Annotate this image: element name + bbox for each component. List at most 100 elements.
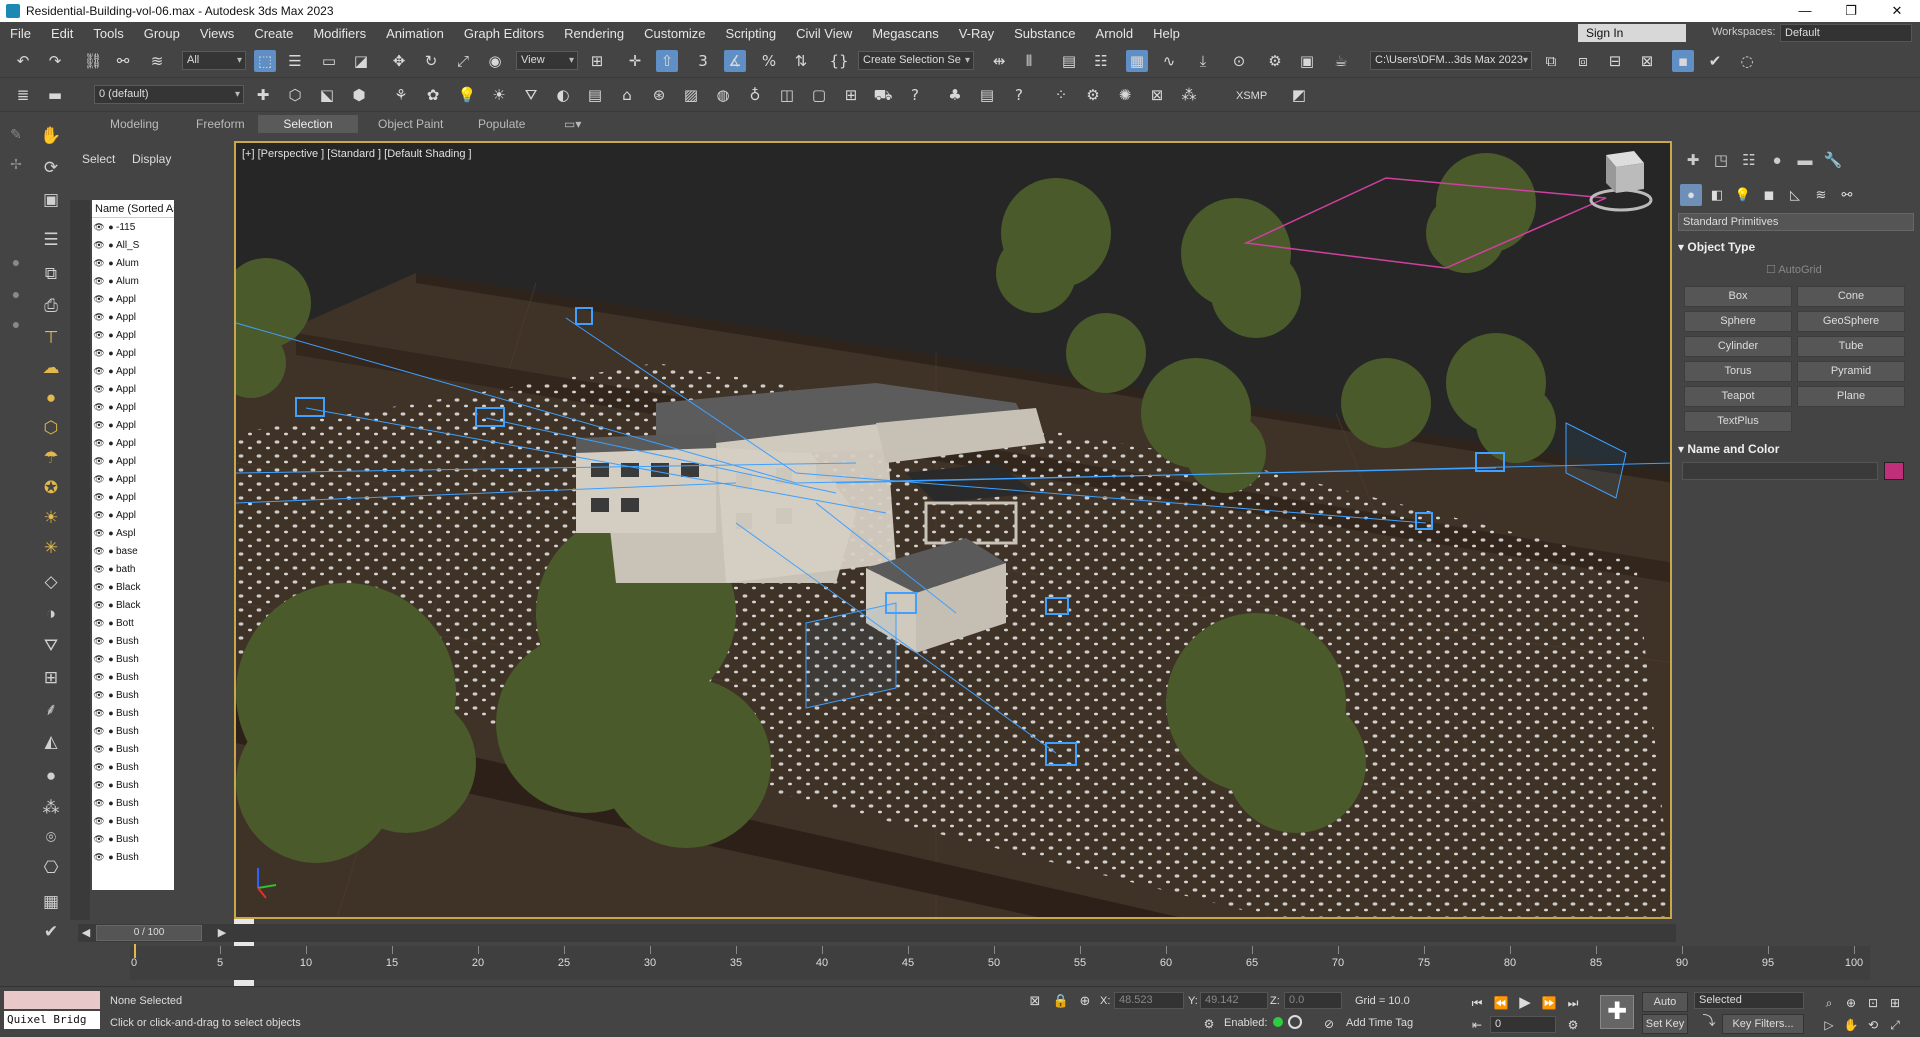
name-and-color-rollout[interactable]: ▾ Name and Color [1678, 442, 1914, 456]
tab-populate[interactable]: Populate [464, 115, 539, 133]
explorer-row[interactable]: 👁 ● Bush [92, 704, 174, 722]
visibility-eye-icon[interactable]: 👁 [92, 438, 106, 449]
vray-help-icon[interactable]: ? [904, 84, 926, 106]
fire-icon[interactable]: ✪ [36, 476, 66, 500]
explorer-row[interactable]: 👁 ● Appl [92, 308, 174, 326]
pivot-center-icon[interactable]: ⊞ [586, 50, 608, 72]
save-icon[interactable]: ▪ [1672, 50, 1694, 72]
current-frame-field[interactable]: 0 [1490, 1016, 1556, 1033]
freeze-dot-icon[interactable]: ● [106, 600, 116, 610]
ticket-icon[interactable] [1288, 1015, 1302, 1029]
menu-customize[interactable]: Customize [634, 26, 715, 41]
menu-create[interactable]: Create [244, 26, 303, 41]
named-selection-dropdown[interactable]: Create Selection Se [858, 51, 974, 70]
cone-button[interactable]: Cone [1797, 286, 1905, 307]
angle-snap-icon[interactable]: ∡ [724, 50, 746, 72]
pyramid-button[interactable]: Pyramid [1797, 361, 1905, 382]
tripod-icon[interactable]: ⛛ [36, 634, 66, 658]
go-to-start-icon[interactable]: ⏮ [1468, 994, 1486, 1012]
explorer-row[interactable]: 👁 ● Appl [92, 380, 174, 398]
align-icon[interactable]: ⫴ [1018, 50, 1040, 72]
cube-icon[interactable]: ◇ [36, 570, 66, 594]
xref-icon[interactable]: ⊠ [1636, 50, 1658, 72]
freeze-dot-icon[interactable]: ● [106, 816, 116, 826]
percent-snap-icon[interactable]: % [758, 50, 780, 72]
select-by-name-icon[interactable]: ☰ [284, 50, 306, 72]
dot-icon-1[interactable]: ● [6, 252, 26, 272]
explorer-row[interactable]: 👁 ● Bush [92, 812, 174, 830]
menu-modifiers[interactable]: Modifiers [303, 26, 376, 41]
vray-plane-icon[interactable]: ▨ [680, 84, 702, 106]
set-key-button[interactable]: Set Key [1642, 1014, 1688, 1034]
render-production-icon[interactable]: ☕ [1330, 50, 1352, 72]
vray-box-icon[interactable]: ◫ [776, 84, 798, 106]
explorer-row[interactable]: 👁 ● All_S [92, 236, 174, 254]
freeze-dot-icon[interactable]: ● [106, 708, 116, 718]
schematic-view-icon[interactable]: ⤓ [1192, 50, 1214, 72]
visibility-eye-icon[interactable]: 👁 [92, 852, 106, 863]
select-layer-objects-icon[interactable]: ⬕ [316, 84, 338, 106]
menu-graph-editors[interactable]: Graph Editors [454, 26, 554, 41]
explorer-row[interactable]: 👁 ● Black [92, 578, 174, 596]
menu-substance[interactable]: Substance [1004, 26, 1085, 41]
explorer-row[interactable]: 👁 ● base [92, 542, 174, 560]
scatter-settings-icon[interactable]: ⊠ [1146, 84, 1168, 106]
primitive-category-dropdown[interactable]: Standard Primitives [1678, 213, 1914, 231]
object-type-rollout[interactable]: ▾ Object Type [1678, 240, 1914, 254]
play-icon[interactable]: ▶ [1516, 994, 1534, 1012]
visibility-eye-icon[interactable]: 👁 [92, 330, 106, 341]
paint-brush-icon[interactable]: ✎ [6, 124, 26, 144]
explorer-object-list[interactable]: Name (Sorted Asce 👁●-115👁●All_S👁●Alum👁●A… [92, 200, 174, 890]
explorer-row[interactable]: 👁 ● Appl [92, 488, 174, 506]
visibility-eye-icon[interactable]: 👁 [92, 420, 106, 431]
railclone-style-icon[interactable]: ⚙ [1082, 84, 1104, 106]
explorer-row[interactable]: 👁 ● Bush [92, 758, 174, 776]
menu-rendering[interactable]: Rendering [554, 26, 634, 41]
explorer-row[interactable]: 👁 ● Black [92, 596, 174, 614]
explorer-row[interactable]: 👁 ● Appl [92, 416, 174, 434]
window-crossing-icon[interactable]: ◪ [350, 50, 372, 72]
explorer-row[interactable]: 👁 ● Bush [92, 668, 174, 686]
utilities-tab-icon[interactable]: 🔧 [1820, 150, 1846, 172]
vray-frame-buffer-icon[interactable]: ▤ [584, 84, 606, 106]
freeze-dot-icon[interactable]: ● [106, 546, 116, 556]
star-icon[interactable]: ✳ [36, 536, 66, 560]
freeze-dot-icon[interactable]: ● [106, 438, 116, 448]
placement-icon[interactable]: ◉ [484, 50, 506, 72]
visibility-eye-icon[interactable]: 👁 [92, 672, 106, 683]
camera-icon[interactable]: ⎙ [36, 294, 66, 318]
layer-visibility-icon[interactable]: ▬ [44, 84, 66, 106]
add-to-layer-icon[interactable]: ⬡ [284, 84, 306, 106]
scatter-icon[interactable]: ✺ [1114, 84, 1136, 106]
explorer-tab-display[interactable]: Display [132, 152, 171, 166]
visibility-eye-icon[interactable]: 👁 [92, 564, 106, 575]
explorer-row[interactable]: 👁 ● Bott [92, 614, 174, 632]
menu-arnold[interactable]: Arnold [1086, 26, 1144, 41]
lights-icon[interactable]: 💡 [1732, 184, 1754, 206]
key-tangent-icon[interactable]: ⤵ [1698, 1011, 1720, 1033]
vray-sphere-icon[interactable]: ◐ [552, 84, 574, 106]
bucket-icon[interactable]: ◩ [1288, 84, 1310, 106]
set-current-layer-icon[interactable]: ⬢ [348, 84, 370, 106]
visibility-eye-icon[interactable]: 👁 [92, 510, 106, 521]
create-layer-icon[interactable]: ✚ [252, 84, 274, 106]
ribbon-options-icon[interactable]: ▭▾ [550, 115, 595, 133]
freeze-dot-icon[interactable]: ● [106, 222, 116, 232]
tab-modeling[interactable]: Modeling [96, 115, 173, 133]
vray-grid-icon[interactable]: ⊞ [840, 84, 862, 106]
visibility-eye-icon[interactable]: 👁 [92, 546, 106, 557]
zoom-icon[interactable]: ⌕ [1820, 994, 1838, 1012]
explorer-tab-select[interactable]: Select [82, 152, 115, 166]
minimize-button[interactable]: — [1782, 0, 1828, 22]
freeze-dot-icon[interactable]: ● [106, 672, 116, 682]
bind-space-warp-icon[interactable]: ≋ [146, 50, 168, 72]
next-key-icon[interactable]: ⏩ [1540, 994, 1558, 1012]
explorer-column-header[interactable]: Name (Sorted Asce [92, 200, 174, 218]
forest-help-icon[interactable]: ? [1008, 84, 1030, 106]
time-tag-icon[interactable]: ⊘ [1318, 1013, 1340, 1035]
workspace-dropdown[interactable]: Default [1780, 24, 1912, 42]
object-color-swatch[interactable] [1884, 462, 1904, 480]
freeze-dot-icon[interactable]: ● [106, 330, 116, 340]
material-editor-icon[interactable]: ⊙ [1228, 50, 1250, 72]
undo-icon[interactable]: ↶ [12, 50, 34, 72]
